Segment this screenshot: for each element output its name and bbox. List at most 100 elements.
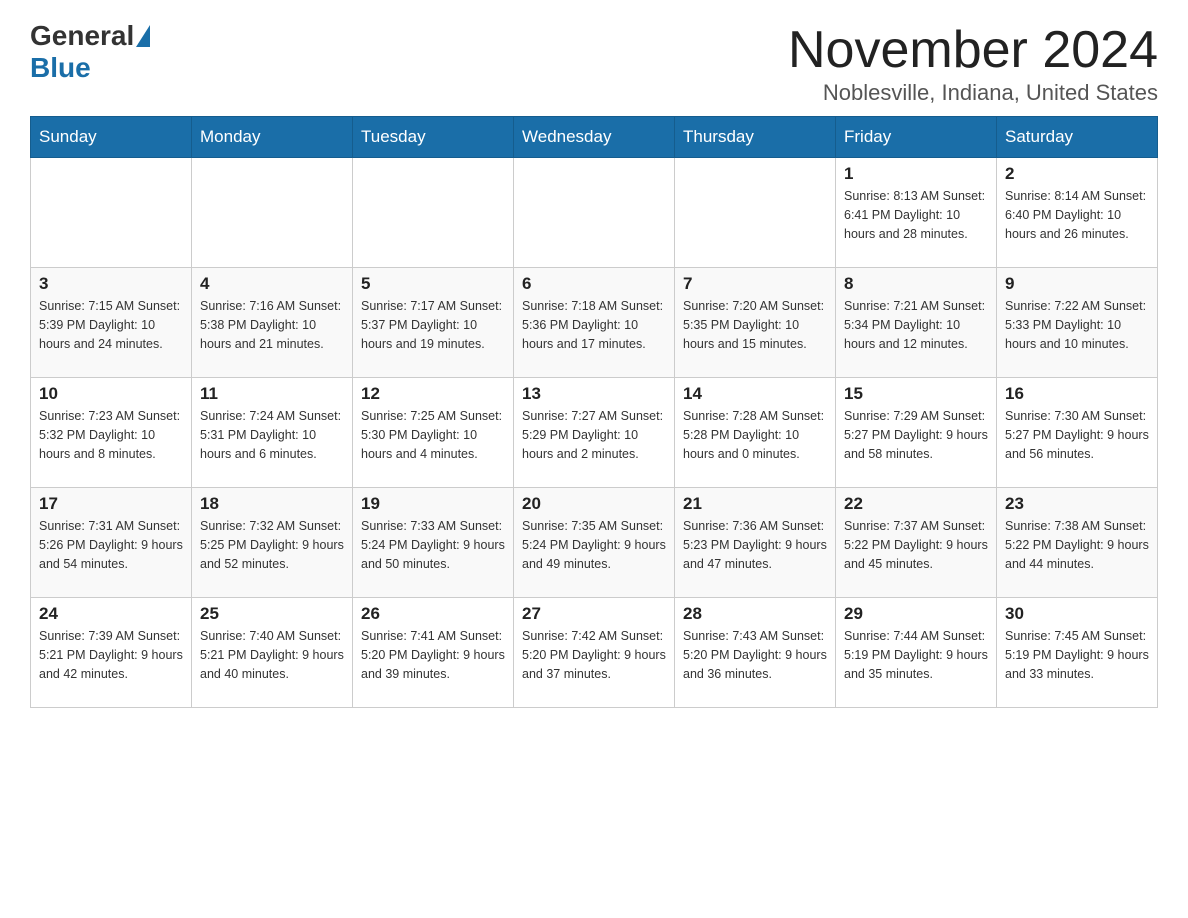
calendar-cell: 4 Sunrise: 7:16 AM Sunset: 5:38 PM Daylig… [192, 268, 353, 378]
day-info: Sunrise: 8:14 AM Sunset: 6:40 PM Dayligh… [1005, 187, 1149, 243]
day-info: Sunrise: 7:40 AM Sunset: 5:21 PM Dayligh… [200, 627, 344, 683]
day-number: 3 [39, 274, 183, 294]
day-info: Sunrise: 7:29 AM Sunset: 5:27 PM Dayligh… [844, 407, 988, 463]
day-of-week-header: Tuesday [353, 117, 514, 158]
calendar-cell: 3 Sunrise: 7:15 AM Sunset: 5:39 PM Daylig… [31, 268, 192, 378]
calendar-cell: 1 Sunrise: 8:13 AM Sunset: 6:41 PM Daylig… [836, 158, 997, 268]
day-info: Sunrise: 7:15 AM Sunset: 5:39 PM Dayligh… [39, 297, 183, 353]
calendar-cell: 14 Sunrise: 7:28 AM Sunset: 5:28 PM Dayli… [675, 378, 836, 488]
calendar-cell: 5 Sunrise: 7:17 AM Sunset: 5:37 PM Daylig… [353, 268, 514, 378]
calendar-cell: 17 Sunrise: 7:31 AM Sunset: 5:26 PM Dayli… [31, 488, 192, 598]
day-info: Sunrise: 7:18 AM Sunset: 5:36 PM Dayligh… [522, 297, 666, 353]
day-number: 25 [200, 604, 344, 624]
day-info: Sunrise: 7:45 AM Sunset: 5:19 PM Dayligh… [1005, 627, 1149, 683]
calendar-cell: 15 Sunrise: 7:29 AM Sunset: 5:27 PM Dayli… [836, 378, 997, 488]
calendar-cell: 16Sunrise: 7:30 AM Sunset: 5:27 PM Dayli… [997, 378, 1158, 488]
day-info: Sunrise: 7:27 AM Sunset: 5:29 PM Dayligh… [522, 407, 666, 463]
day-number: 6 [522, 274, 666, 294]
calendar-cell: 27Sunrise: 7:42 AM Sunset: 5:20 PM Dayli… [514, 598, 675, 708]
day-number: 29 [844, 604, 988, 624]
logo-blue-text: Blue [30, 52, 91, 83]
calendar-week-row: 3 Sunrise: 7:15 AM Sunset: 5:39 PM Daylig… [31, 268, 1158, 378]
day-info: Sunrise: 7:22 AM Sunset: 5:33 PM Dayligh… [1005, 297, 1149, 353]
day-number: 20 [522, 494, 666, 514]
day-number: 15 [844, 384, 988, 404]
calendar-cell [675, 158, 836, 268]
calendar-week-row: 24Sunrise: 7:39 AM Sunset: 5:21 PM Dayli… [31, 598, 1158, 708]
day-number: 4 [200, 274, 344, 294]
day-number: 14 [683, 384, 827, 404]
day-number: 22 [844, 494, 988, 514]
day-info: Sunrise: 7:30 AM Sunset: 5:27 PM Dayligh… [1005, 407, 1149, 463]
day-number: 21 [683, 494, 827, 514]
day-number: 17 [39, 494, 183, 514]
calendar-cell: 18 Sunrise: 7:32 AM Sunset: 5:25 PM Dayli… [192, 488, 353, 598]
day-number: 23 [1005, 494, 1149, 514]
day-info: Sunrise: 7:35 AM Sunset: 5:24 PM Dayligh… [522, 517, 666, 573]
day-info: Sunrise: 7:43 AM Sunset: 5:20 PM Dayligh… [683, 627, 827, 683]
calendar-cell [31, 158, 192, 268]
logo: General Blue [30, 20, 152, 84]
calendar-cell: 11Sunrise: 7:24 AM Sunset: 5:31 PM Dayli… [192, 378, 353, 488]
day-info: Sunrise: 7:21 AM Sunset: 5:34 PM Dayligh… [844, 297, 988, 353]
logo-general-text: General [30, 20, 134, 52]
day-number: 18 [200, 494, 344, 514]
calendar-cell: 20 Sunrise: 7:35 AM Sunset: 5:24 PM Dayli… [514, 488, 675, 598]
location-text: Noblesville, Indiana, United States [788, 80, 1158, 106]
day-number: 26 [361, 604, 505, 624]
calendar-week-row: 17 Sunrise: 7:31 AM Sunset: 5:26 PM Dayli… [31, 488, 1158, 598]
day-info: Sunrise: 7:37 AM Sunset: 5:22 PM Dayligh… [844, 517, 988, 573]
day-number: 19 [361, 494, 505, 514]
day-info: Sunrise: 7:36 AM Sunset: 5:23 PM Dayligh… [683, 517, 827, 573]
calendar-cell: 26Sunrise: 7:41 AM Sunset: 5:20 PM Dayli… [353, 598, 514, 708]
calendar-cell [514, 158, 675, 268]
calendar-table: SundayMondayTuesdayWednesdayThursdayFrid… [30, 116, 1158, 708]
page-header: General Blue November 2024 Noblesville, … [30, 20, 1158, 106]
day-info: Sunrise: 8:13 AM Sunset: 6:41 PM Dayligh… [844, 187, 988, 243]
day-of-week-header: Monday [192, 117, 353, 158]
day-info: Sunrise: 7:33 AM Sunset: 5:24 PM Dayligh… [361, 517, 505, 573]
day-info: Sunrise: 7:24 AM Sunset: 5:31 PM Dayligh… [200, 407, 344, 463]
day-number: 9 [1005, 274, 1149, 294]
calendar-cell: 29 Sunrise: 7:44 AM Sunset: 5:19 PM Dayli… [836, 598, 997, 708]
logo-triangle-icon [136, 25, 150, 47]
calendar-cell: 10Sunrise: 7:23 AM Sunset: 5:32 PM Dayli… [31, 378, 192, 488]
day-number: 8 [844, 274, 988, 294]
calendar-cell: 9 Sunrise: 7:22 AM Sunset: 5:33 PM Daylig… [997, 268, 1158, 378]
day-number: 5 [361, 274, 505, 294]
day-of-week-header: Wednesday [514, 117, 675, 158]
day-number: 2 [1005, 164, 1149, 184]
calendar-cell: 21 Sunrise: 7:36 AM Sunset: 5:23 PM Dayli… [675, 488, 836, 598]
calendar-cell [353, 158, 514, 268]
day-info: Sunrise: 7:32 AM Sunset: 5:25 PM Dayligh… [200, 517, 344, 573]
day-info: Sunrise: 7:17 AM Sunset: 5:37 PM Dayligh… [361, 297, 505, 353]
calendar-cell: 8 Sunrise: 7:21 AM Sunset: 5:34 PM Daylig… [836, 268, 997, 378]
month-title: November 2024 [788, 20, 1158, 80]
day-info: Sunrise: 7:38 AM Sunset: 5:22 PM Dayligh… [1005, 517, 1149, 573]
day-info: Sunrise: 7:44 AM Sunset: 5:19 PM Dayligh… [844, 627, 988, 683]
day-info: Sunrise: 7:28 AM Sunset: 5:28 PM Dayligh… [683, 407, 827, 463]
day-info: Sunrise: 7:39 AM Sunset: 5:21 PM Dayligh… [39, 627, 183, 683]
day-number: 1 [844, 164, 988, 184]
day-of-week-header: Thursday [675, 117, 836, 158]
day-info: Sunrise: 7:31 AM Sunset: 5:26 PM Dayligh… [39, 517, 183, 573]
title-section: November 2024 Noblesville, Indiana, Unit… [788, 20, 1158, 106]
calendar-cell: 22 Sunrise: 7:37 AM Sunset: 5:22 PM Dayli… [836, 488, 997, 598]
calendar-cell: 7 Sunrise: 7:20 AM Sunset: 5:35 PM Daylig… [675, 268, 836, 378]
day-info: Sunrise: 7:20 AM Sunset: 5:35 PM Dayligh… [683, 297, 827, 353]
calendar-header-row: SundayMondayTuesdayWednesdayThursdayFrid… [31, 117, 1158, 158]
day-number: 7 [683, 274, 827, 294]
calendar-cell: 13 Sunrise: 7:27 AM Sunset: 5:29 PM Dayli… [514, 378, 675, 488]
day-of-week-header: Sunday [31, 117, 192, 158]
day-number: 13 [522, 384, 666, 404]
calendar-cell: 25 Sunrise: 7:40 AM Sunset: 5:21 PM Dayli… [192, 598, 353, 708]
calendar-cell: 28Sunrise: 7:43 AM Sunset: 5:20 PM Dayli… [675, 598, 836, 708]
calendar-cell [192, 158, 353, 268]
calendar-cell: 2 Sunrise: 8:14 AM Sunset: 6:40 PM Daylig… [997, 158, 1158, 268]
calendar-week-row: 10Sunrise: 7:23 AM Sunset: 5:32 PM Dayli… [31, 378, 1158, 488]
day-number: 12 [361, 384, 505, 404]
calendar-cell: 24Sunrise: 7:39 AM Sunset: 5:21 PM Dayli… [31, 598, 192, 708]
day-info: Sunrise: 7:16 AM Sunset: 5:38 PM Dayligh… [200, 297, 344, 353]
day-of-week-header: Friday [836, 117, 997, 158]
calendar-cell: 6 Sunrise: 7:18 AM Sunset: 5:36 PM Daylig… [514, 268, 675, 378]
